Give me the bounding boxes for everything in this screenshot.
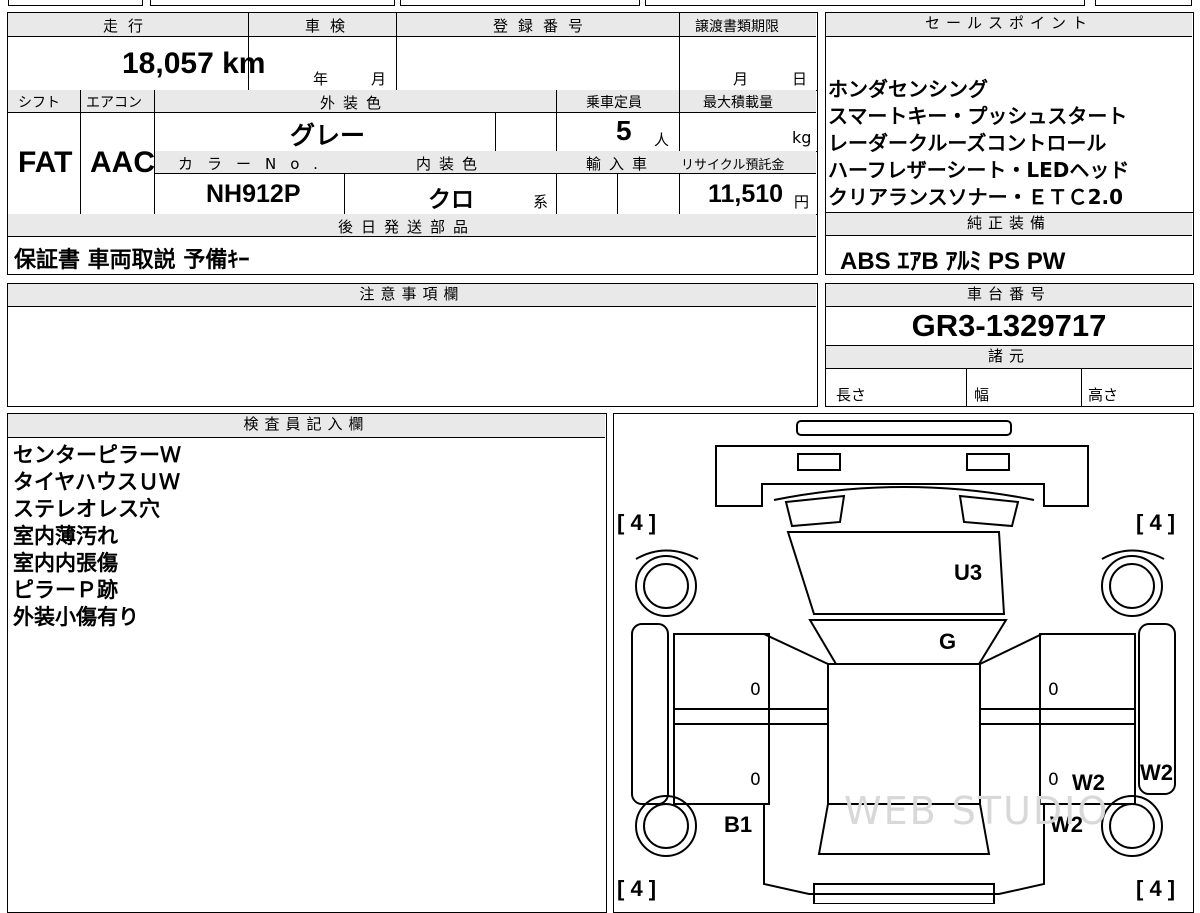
color-no-value: NH912P [206,180,301,208]
recycle-label: リサイクル預託金 [681,158,785,173]
transfer-month: 月 [733,70,749,88]
seat-left-rear: 0 [750,770,761,790]
inspection-month: 月 [371,70,387,88]
damage-left-rear-fender: B1 [724,812,753,837]
sales-points-label: セールスポイント [826,13,1192,37]
inspector-line: 室内薄汚れ [13,524,118,548]
capacity-unit: 人 [654,131,670,149]
exterior-color-value: グレー [290,122,366,150]
mileage-label: 走行 [103,17,154,35]
sales-point-line: スマートキー・プッシュスタート [828,104,1128,128]
recycle-unit: 円 [794,193,810,211]
spec-width: 幅 [974,386,990,404]
color-no-label: カラーNo. [178,155,332,173]
spec-height: 高さ [1088,386,1119,404]
mileage-value: 18,057 km [122,47,266,80]
later-parts-value: 保証書 車両取説 予備ｷｰ [14,248,250,273]
inspector-line: センターピラーＷ [13,443,181,467]
recycle-value: 11,510 [708,180,784,208]
sales-point-line: クリアランスソナー・ＥＴＣ2.0 [828,185,1124,209]
later-parts-label: 後日発送部品 [338,218,477,236]
exterior-color-label: 外装色 [320,94,390,112]
max-load-label: 最大積載量 [703,95,773,111]
notes-box: 注意事項欄 [7,283,818,407]
interior-color-suffix: 系 [533,193,549,211]
seat-right-rear: 0 [1048,770,1059,790]
max-load-unit: kg [792,128,812,147]
sales-point-line: ハーフレザーシート・LEDヘッド [828,158,1130,182]
shift-value: FAT [18,146,73,179]
shift-label: シフト [18,95,60,111]
equipment-label: 純正装備 [826,213,1192,236]
tire-label-front-left: [ 4 ] [617,510,657,535]
interior-color-label: 内装色 [416,155,486,173]
vehicle-info-table: 走行 車検 登録番号 譲渡書類期限 18,057 km 年 月 月 日 シフト … [7,12,818,275]
transfer-label: 譲渡書類期限 [695,19,779,35]
tire-label-front-right: [ 4 ] [1136,510,1176,535]
sales-point-line: レーダークルーズコントロール [828,131,1107,155]
inspector-line: タイヤハウスＵＷ [13,470,180,494]
sales-points-box: セールスポイント ホンダセンシング スマートキー・プッシュスタート レーダークル… [825,12,1194,275]
inspector-line: ステレオレス穴 [13,497,160,521]
damage-windshield: G [939,629,957,654]
tire-label-rear-left: [ 4 ] [617,876,657,901]
aircon-label: エアコン [86,95,142,111]
interior-color-value: クロ [428,186,474,212]
capacity-value: 5 [616,115,632,146]
watermark: WEB STUDIO [844,789,1110,833]
inspector-box: 検査員記入欄 センターピラーＷ タイヤハウスＵＷ ステレオレス穴 室内薄汚れ 室… [7,413,607,913]
seat-right-front: 0 [1048,680,1059,700]
tire-label-rear-right: [ 4 ] [1136,876,1176,901]
registration-label: 登録番号 [493,17,594,35]
inspector-line: ピラーＰ跡 [13,578,118,602]
capacity-label: 乗車定員 [586,95,642,111]
inspection-label: 車検 [305,17,356,35]
aircon-value: AAC [90,146,155,179]
inspection-year: 年 [313,70,329,88]
top-strip [0,0,1200,8]
damage-right-side: W2 [1140,760,1173,785]
spec-length: 長さ [836,386,867,404]
chassis-number: GR3-1329717 [911,308,1107,343]
inspector-label: 検査員記入欄 [8,414,605,438]
import-label: 輸入車 [586,155,656,173]
equipment-value: ABS ｴｱB ｱﾙﾐ PS PW [840,248,1066,275]
chassis-label: 車台番号 [826,284,1192,307]
inspector-line: 室内内張傷 [13,551,118,575]
damage-diagram: [ 4 ] [ 4 ] [ 4 ] [ 4 ] U3 G 0 0 0 0 W2 … [613,413,1194,913]
specs-label: 諸元 [826,346,1192,369]
seat-left-front: 0 [750,680,761,700]
sales-point-line: ホンダセンシング [828,77,988,101]
chassis-box: 車台番号 GR3-1329717 諸元 長さ 幅 高さ [825,283,1194,407]
inspector-line: 外装小傷有り [13,605,139,629]
damage-hood: U3 [954,560,983,585]
transfer-day: 日 [792,70,808,88]
notes-label: 注意事項欄 [8,284,816,307]
